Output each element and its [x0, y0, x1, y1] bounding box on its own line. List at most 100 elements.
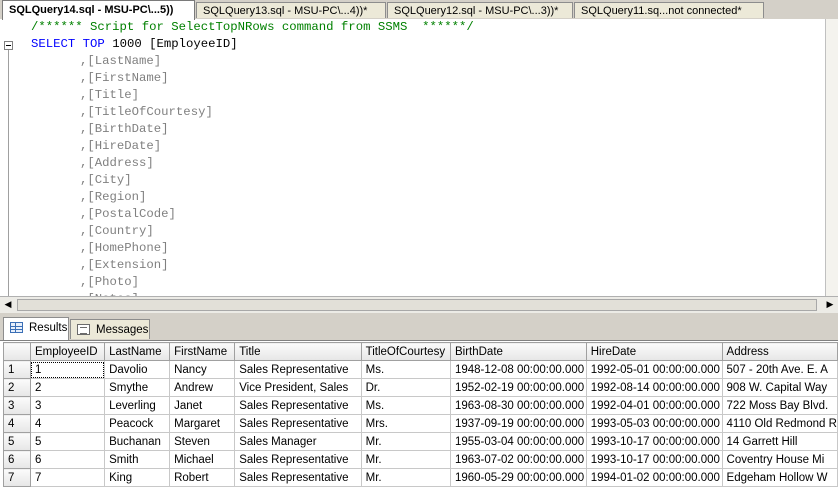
table-cell[interactable]: Ms.	[360, 360, 451, 379]
table-cell[interactable]: Peacock	[104, 414, 171, 433]
tab-sqlquery11[interactable]: SQLQuery11.sq...not connected*	[574, 2, 764, 18]
editor-horizontal-scrollbar[interactable]: ◀ ▶	[0, 296, 838, 313]
column-header[interactable]: HireDate	[585, 342, 723, 361]
table-cell[interactable]: 1993-10-17 00:00:00.000	[585, 450, 723, 469]
table-cell[interactable]: Mr.	[360, 468, 451, 487]
scroll-thumb[interactable]	[17, 299, 817, 311]
table-cell[interactable]: 1963-07-02 00:00:00.000	[449, 450, 587, 469]
results-tab-bar: Results Messages	[0, 313, 838, 341]
table-cell[interactable]: Sales Representative	[234, 414, 362, 433]
code-column-line: ,[LastName]	[80, 54, 162, 68]
table-row[interactable]: 7 7 King Robert Sales Representative Mr. 1960-…	[3, 468, 838, 487]
row-number[interactable]: 7	[3, 468, 31, 487]
row-number[interactable]: 5	[3, 432, 31, 451]
table-cell[interactable]: King	[104, 468, 171, 487]
table-cell[interactable]: 6	[29, 450, 106, 469]
table-cell[interactable]: Mr.	[360, 450, 451, 469]
table-row[interactable]: 3 3 Leverling Janet Sales Representative Ms. 1…	[3, 396, 838, 415]
table-cell[interactable]: Mr.	[360, 432, 451, 451]
table-cell[interactable]: Sales Manager	[234, 432, 362, 451]
table-cell[interactable]: Sales Representative	[234, 450, 362, 469]
scroll-right-arrow-icon[interactable]: ▶	[822, 297, 838, 313]
table-cell[interactable]: Ms.	[360, 396, 451, 415]
table-cell[interactable]: 1993-10-17 00:00:00.000	[585, 432, 723, 451]
row-number[interactable]: 1	[3, 360, 31, 379]
table-cell[interactable]: 1992-04-01 00:00:00.000	[585, 396, 723, 415]
table-cell[interactable]: 2	[29, 378, 106, 397]
table-cell[interactable]: Dr.	[360, 378, 451, 397]
table-cell[interactable]: Davolio	[104, 360, 171, 379]
row-number[interactable]: 2	[3, 378, 31, 397]
table-row[interactable]: 5 5 Buchanan Steven Sales Manager Mr. 1955-03-…	[3, 432, 838, 451]
table-cell[interactable]: Steven	[169, 432, 236, 451]
code-column-line: ,[HireDate]	[80, 139, 162, 153]
table-cell[interactable]: Edgeham Hollow W	[721, 468, 838, 487]
table-cell[interactable]: Michael	[169, 450, 236, 469]
table-cell[interactable]: 1992-05-01 00:00:00.000	[585, 360, 723, 379]
table-cell[interactable]: 4	[29, 414, 106, 433]
editor-vertical-scrollbar[interactable]	[825, 19, 838, 298]
tab-messages[interactable]: Messages	[70, 319, 150, 339]
table-cell[interactable]: Andrew	[169, 378, 236, 397]
table-cell[interactable]: Smythe	[104, 378, 171, 397]
code-column-line: ,[BirthDate]	[80, 122, 169, 136]
query-editor[interactable]: /****** Script for SelectTopNRows comman…	[0, 19, 838, 298]
results-table: EmployeeID LastName FirstName Title TitleOfC…	[3, 342, 838, 487]
table-cell[interactable]: 7	[29, 468, 106, 487]
table-cell[interactable]: Vice President, Sales	[234, 378, 362, 397]
table-cell[interactable]: 3	[29, 396, 106, 415]
table-row[interactable]: 2 2 Smythe Andrew Vice President, Sales Dr. 19…	[3, 378, 838, 397]
table-cell[interactable]: 14 Garrett Hill	[721, 432, 838, 451]
tab-sqlquery12[interactable]: SQLQuery12.sql - MSU-PC\...3))*	[387, 2, 573, 18]
tab-sqlquery14[interactable]: SQLQuery14.sql - MSU-PC\...5))	[2, 0, 195, 20]
table-cell[interactable]: 1993-05-03 00:00:00.000	[585, 414, 723, 433]
table-cell[interactable]: 1937-09-19 00:00:00.000	[449, 414, 587, 433]
table-cell[interactable]: 1994-01-02 00:00:00.000	[585, 468, 723, 487]
table-cell[interactable]: 908 W. Capital Way	[721, 378, 838, 397]
table-cell[interactable]: Buchanan	[104, 432, 171, 451]
table-cell[interactable]: Nancy	[169, 360, 236, 379]
results-grid[interactable]: EmployeeID LastName FirstName Title TitleOfC…	[0, 341, 838, 489]
table-cell[interactable]: 1992-08-14 00:00:00.000	[585, 378, 723, 397]
table-cell[interactable]: 722 Moss Bay Blvd.	[721, 396, 838, 415]
table-cell[interactable]: Leverling	[104, 396, 171, 415]
table-cell[interactable]: Robert	[169, 468, 236, 487]
table-row[interactable]: 4 4 Peacock Margaret Sales Representative Mrs…	[3, 414, 838, 433]
table-cell[interactable]: Coventry House Mi	[721, 450, 838, 469]
column-header[interactable]: FirstName	[169, 342, 236, 361]
table-cell[interactable]: 4110 Old Redmond R	[721, 414, 838, 433]
column-header[interactable]: BirthDate	[449, 342, 587, 361]
table-cell[interactable]: Smith	[104, 450, 171, 469]
row-number[interactable]: 6	[3, 450, 31, 469]
row-number[interactable]: 4	[3, 414, 31, 433]
column-header[interactable]: TitleOfCourtesy	[360, 342, 451, 361]
table-row[interactable]: 6 6 Smith Michael Sales Representative Mr. 196…	[3, 450, 838, 469]
code-column-line: ,[PostalCode]	[80, 207, 176, 221]
column-header[interactable]: EmployeeID	[29, 342, 106, 361]
column-header[interactable]: LastName	[104, 342, 171, 361]
table-cell[interactable]: 507 - 20th Ave. E. A	[721, 360, 838, 379]
table-cell[interactable]: Sales Representative	[234, 360, 362, 379]
tab-sqlquery13[interactable]: SQLQuery13.sql - MSU-PC\...4))*	[196, 2, 386, 18]
table-cell[interactable]: 1952-02-19 00:00:00.000	[449, 378, 587, 397]
scroll-left-arrow-icon[interactable]: ◀	[0, 297, 16, 313]
table-cell[interactable]: Sales Representative	[234, 396, 362, 415]
table-cell[interactable]: 1963-08-30 00:00:00.000	[449, 396, 587, 415]
table-cell[interactable]: 1948-12-08 00:00:00.000	[449, 360, 587, 379]
table-cell[interactable]: Margaret	[169, 414, 236, 433]
table-row[interactable]: 1 1 Davolio Nancy Sales Representative Ms. 194…	[3, 360, 838, 379]
table-cell[interactable]: 1960-05-29 00:00:00.000	[449, 468, 587, 487]
row-header-corner[interactable]	[3, 342, 31, 361]
table-cell[interactable]: Sales Representative	[234, 468, 362, 487]
table-cell[interactable]: 1	[29, 360, 106, 379]
code-column-line: ,[Region]	[80, 190, 147, 204]
collapse-outline-icon[interactable]	[4, 41, 13, 50]
table-cell[interactable]: 5	[29, 432, 106, 451]
tab-results[interactable]: Results	[3, 317, 69, 340]
column-header[interactable]: Address	[721, 342, 838, 361]
row-number[interactable]: 3	[3, 396, 31, 415]
table-cell[interactable]: Janet	[169, 396, 236, 415]
table-cell[interactable]: 1955-03-04 00:00:00.000	[449, 432, 587, 451]
table-cell[interactable]: Mrs.	[360, 414, 451, 433]
column-header[interactable]: Title	[234, 342, 362, 361]
